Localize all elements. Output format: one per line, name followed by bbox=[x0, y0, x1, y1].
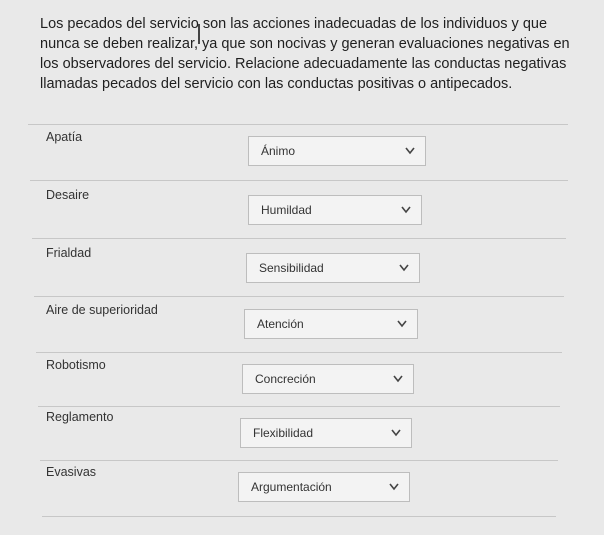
chevron-down-icon bbox=[391, 429, 401, 437]
divider bbox=[40, 460, 558, 461]
chevron-down-icon bbox=[393, 375, 403, 383]
select-value: Concreción bbox=[255, 372, 316, 386]
chevron-down-icon bbox=[397, 320, 407, 328]
chevron-down-icon bbox=[405, 147, 415, 155]
divider bbox=[28, 124, 568, 125]
select-aire-de-superioridad[interactable]: Atención bbox=[244, 309, 418, 339]
row-label-aire-de-superioridad: Aire de superioridad bbox=[46, 303, 158, 317]
select-value: Flexibilidad bbox=[253, 426, 314, 440]
row-label-desaire: Desaire bbox=[46, 188, 90, 202]
row-label-frialdad: Frialdad bbox=[46, 246, 92, 260]
select-value: Ánimo bbox=[261, 144, 296, 158]
question-page: Los pecados del servicio son las accione… bbox=[0, 0, 604, 535]
chevron-down-icon bbox=[401, 206, 411, 214]
divider bbox=[32, 238, 566, 239]
row-label-reglamento: Reglamento bbox=[46, 410, 114, 424]
chevron-down-icon bbox=[399, 264, 409, 272]
select-value: Sensibilidad bbox=[259, 261, 324, 275]
select-evasivas[interactable]: Argumentación bbox=[238, 472, 410, 502]
chevron-down-icon bbox=[389, 483, 399, 491]
select-apatia[interactable]: Ánimo bbox=[248, 136, 426, 166]
divider bbox=[42, 516, 556, 517]
row-label-apatia: Apatía bbox=[46, 130, 83, 144]
question-text: Los pecados del servicio son las accione… bbox=[40, 16, 570, 92]
row-label-evasivas: Evasivas bbox=[46, 465, 97, 479]
text-cursor bbox=[198, 24, 200, 44]
select-value: Argumentación bbox=[251, 480, 332, 494]
select-reglamento[interactable]: Flexibilidad bbox=[240, 418, 412, 448]
divider bbox=[30, 180, 568, 181]
select-value: Atención bbox=[257, 317, 304, 331]
select-value: Humildad bbox=[261, 203, 312, 217]
select-frialdad[interactable]: Sensibilidad bbox=[246, 253, 420, 283]
divider bbox=[38, 406, 560, 407]
divider bbox=[34, 296, 564, 297]
select-robotismo[interactable]: Concreción bbox=[242, 364, 414, 394]
row-label-robotismo: Robotismo bbox=[46, 358, 106, 372]
divider bbox=[36, 352, 562, 353]
select-desaire[interactable]: Humildad bbox=[248, 195, 422, 225]
